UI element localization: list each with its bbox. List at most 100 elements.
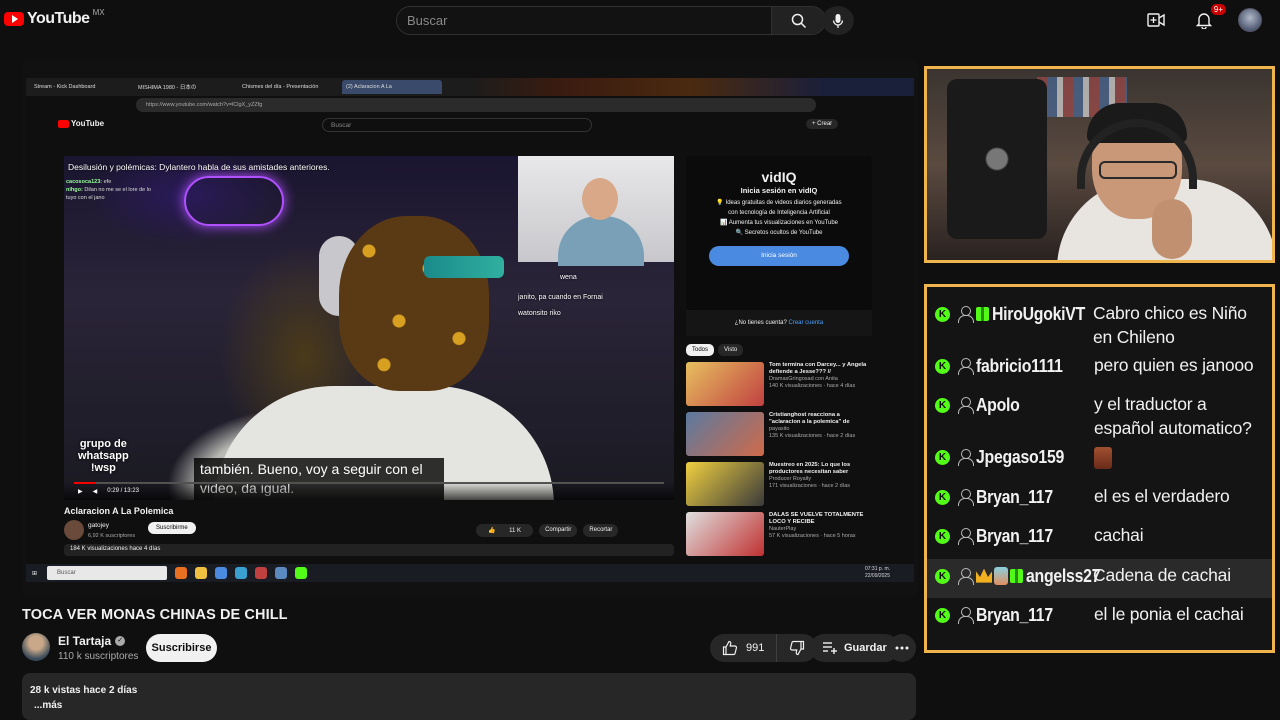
search-icon xyxy=(791,13,806,28)
person-icon xyxy=(958,528,974,546)
vidiq-footer-link: Crear cuenta xyxy=(788,320,824,326)
person-icon xyxy=(958,306,974,323)
search-box xyxy=(396,6,826,35)
vidiq-panel: vidIQ Inicia sesión en vidIQ 💡 Ideas gra… xyxy=(686,156,872,310)
person-icon xyxy=(958,488,974,506)
chat-text: Cabro chico es Niño en Chileno xyxy=(1093,303,1247,347)
kick-badge-icon: K xyxy=(935,529,950,545)
steam-icon xyxy=(275,567,288,579)
chat-username: Apolo xyxy=(976,395,1020,416)
grupo-overlay: grupo de whatsapp !wsp xyxy=(78,438,129,474)
rec-meta: 135 K visualizaciones · hace 2 días xyxy=(769,433,856,439)
description-box[interactable]: 28 k vistas hace 2 días ...más xyxy=(22,673,916,720)
time-display: 0:29 / 13:23 xyxy=(107,488,139,494)
person-icon xyxy=(958,606,974,624)
person-icon xyxy=(958,567,974,585)
chat-username: Bryan_117 xyxy=(976,604,1053,625)
webcam-glasses xyxy=(1099,161,1177,179)
rec-title: DALAS SE VUELVE TOTALMENTE LOCO Y RECIBE xyxy=(769,512,864,525)
mini-chat-text: efe xyxy=(103,179,112,185)
chat-text: cachai xyxy=(1094,525,1144,546)
vidiq-brand: vidIQ xyxy=(761,169,797,185)
chrome-icon xyxy=(215,567,228,579)
chat-text: Cadena de cachai xyxy=(1093,564,1231,585)
kick-icon xyxy=(295,567,308,579)
search-button[interactable] xyxy=(771,7,825,34)
inner-browser-window: Stream - Kick Dashboard MISHIMA 1980 - 日… xyxy=(26,78,914,582)
channel-name-text[interactable]: El Tartaja xyxy=(58,634,111,648)
chip-watched: Visto xyxy=(718,344,744,356)
create-button[interactable] xyxy=(1142,6,1170,34)
like-dislike-group: 991 xyxy=(710,634,818,662)
more-horizontal-icon xyxy=(895,646,909,650)
mini-chat-text: tuyo con el jano xyxy=(66,195,105,201)
microphone-icon xyxy=(832,13,844,28)
rec-item: DALAS SE VUELVE TOTALMENTE LOCO Y RECIBE… xyxy=(686,512,872,562)
webcam-hand xyxy=(1152,199,1192,259)
folder-icon xyxy=(195,567,208,579)
chat-messages: K HiroUgokiVT Cabro chico es Niño en Chile… xyxy=(927,297,1272,637)
rec-meta: 140 K visualizaciones · hace 4 días xyxy=(769,383,856,389)
chat-message: K Bryan_117 cachai xyxy=(927,519,1272,558)
vidiq-footer: ¿No tienes cuenta? Crear cuenta xyxy=(686,310,872,336)
inner-webcam-body xyxy=(558,216,644,266)
account-avatar[interactable] xyxy=(1238,8,1262,32)
sunflower-mask xyxy=(339,216,489,391)
save-button[interactable]: Guardar xyxy=(810,634,899,662)
channel-name[interactable]: El Tartaja ✓ xyxy=(58,634,126,648)
thumbs-down-icon xyxy=(790,640,805,656)
inner-video-title: Aclaracion A La Polemica xyxy=(64,506,174,516)
chat-message: K Apolo y el traductor a español automatic… xyxy=(927,388,1272,440)
chat-message: K HiroUgokiVT Cabro chico es Niño en Chile… xyxy=(927,297,1272,349)
chat-text xyxy=(1094,444,1112,469)
channel-avatar[interactable] xyxy=(22,633,50,661)
kick-badge-icon: K xyxy=(935,307,950,322)
rec-title: Muestreo en 2025: Lo que los productores… xyxy=(769,462,851,475)
taskbar-clock: 07:31 p. m. 22/09/2025 xyxy=(865,566,890,580)
inner-tab-bar: Stream - Kick Dashboard MISHIMA 1980 - 日… xyxy=(26,78,914,96)
bell-icon xyxy=(1196,13,1212,29)
search-input[interactable] xyxy=(397,7,771,34)
rec-channel: payasito xyxy=(769,426,790,432)
rec-item: Cristianghost reacciona a "aclaracion a … xyxy=(686,412,872,462)
like-button[interactable]: 991 xyxy=(710,634,778,662)
sunglasses xyxy=(424,256,504,278)
mini-chat-user: cacosoca123: xyxy=(66,179,103,185)
create-video-icon xyxy=(1147,13,1165,27)
rec-thumbnail xyxy=(686,362,764,406)
volume-icon[interactable]: ◀ xyxy=(93,488,98,495)
person-icon xyxy=(958,397,974,415)
show-more-link[interactable]: ...más xyxy=(30,698,908,713)
inner-logo-text: YouTube xyxy=(71,119,105,128)
play-icon[interactable]: ▶ xyxy=(78,488,83,495)
subscribe-button[interactable]: Suscribirse xyxy=(146,634,217,662)
voice-search-button[interactable] xyxy=(822,6,854,35)
chat-text: el es el verdadero xyxy=(1094,485,1230,506)
youtube-logo[interactable]: YouTube MX xyxy=(4,8,105,28)
inner-actions: 👍 11 K Compartir Recortar xyxy=(476,524,619,537)
overlay-title: Desilusión y polémicas: Dylantero habla … xyxy=(68,162,330,172)
chat-user-wrap: Jpegaso159 xyxy=(976,440,1094,468)
clock-date: 22/09/2025 xyxy=(864,573,890,579)
more-actions-button[interactable] xyxy=(888,634,916,662)
inner-play-icon xyxy=(58,119,69,128)
header-actions: 9+ xyxy=(1142,4,1262,34)
rec-meta: 57 K visualizaciones · hace 5 horas xyxy=(769,533,856,539)
gift-badge-icon xyxy=(976,307,989,321)
inner-views: 184 K visualizaciones hace 4 días xyxy=(64,544,674,556)
chat-message: Kfabricio1111 pero quien es janooo xyxy=(927,349,1272,388)
chat-user-wrap: Bryan_117 xyxy=(976,480,1094,508)
inner-clip-button: Recortar xyxy=(583,524,619,537)
taskbar-search: Buscar xyxy=(47,566,168,580)
notifications-button[interactable]: 9+ xyxy=(1190,4,1226,34)
taskbar-apps xyxy=(175,567,308,579)
chat-username: fabricio1111 xyxy=(976,356,1063,376)
inner-url-bar: https://www.youtube.com/watch?v=lClgX_yZ… xyxy=(136,98,816,112)
video-player[interactable]: Stream - Kick Dashboard MISHIMA 1980 - 日… xyxy=(22,60,918,596)
chat-username: angelss27 xyxy=(1026,565,1101,586)
player-controls: ▶ ◀ 0:29 / 13:23 xyxy=(64,482,674,500)
kick-badge-icon: K xyxy=(935,607,950,623)
rec-meta: 171 visualizaciones · hace 2 días xyxy=(769,483,851,489)
clock-time: 07:31 p. m. xyxy=(864,566,890,572)
inner-channel-subs: 6,92 K suscriptores xyxy=(88,533,136,539)
